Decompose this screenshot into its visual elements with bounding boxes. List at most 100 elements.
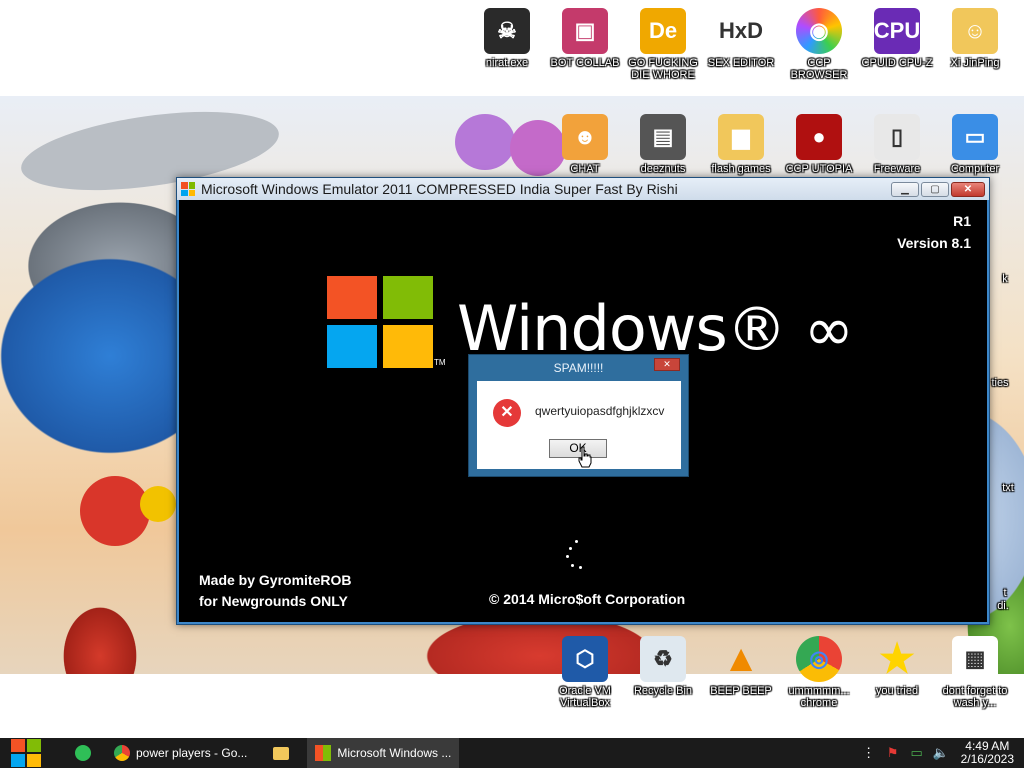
- volume-icon[interactable]: 🔈: [931, 743, 951, 763]
- doc-icon: ▯: [874, 114, 920, 160]
- start-button[interactable]: [0, 738, 52, 768]
- flag-icon[interactable]: ⚑: [883, 743, 903, 763]
- desktop-icon-row2-5[interactable]: ▭ Computer: [936, 114, 1014, 175]
- dialog-close-button[interactable]: ✕: [654, 358, 680, 371]
- desktop-icon-row2-3[interactable]: ● CCP UTOPIA: [780, 114, 858, 175]
- desktop-icon-label: dont forget to wash y...: [942, 685, 1008, 709]
- desktop-icon-row2-2[interactable]: ▆ flash games: [702, 114, 780, 175]
- windows-flag-logo-icon: [327, 276, 433, 368]
- desktop-icon-label: CPUID CPU-Z: [861, 57, 933, 69]
- hxd-icon: HxD: [718, 8, 764, 54]
- desktop-icon-label: you tried: [875, 685, 919, 697]
- folder-icon: ▆: [718, 114, 764, 160]
- taskbar-pinned-app[interactable]: [68, 738, 98, 768]
- trademark-label: TM: [434, 358, 446, 367]
- de-icon: De: [640, 8, 686, 54]
- maximize-button[interactable]: ▢: [921, 181, 949, 197]
- desktop-icon-top-2[interactable]: De GO FUCKING DIE WHORE: [624, 8, 702, 81]
- clock[interactable]: 4:49 AM 2/16/2023: [953, 740, 1024, 766]
- copyright: © 2014 Micro$oft Corporation: [489, 591, 686, 607]
- network-icon[interactable]: ▭: [907, 743, 927, 763]
- skull-icon: ☠: [484, 8, 530, 54]
- desktop-side-label-4[interactable]: di.: [988, 597, 1018, 612]
- desktop-icon-bottom-2[interactable]: ▲ BEEP BEEP: [702, 636, 780, 698]
- desktop-icon-top-0[interactable]: ☠ nirat.exe: [468, 8, 546, 69]
- desktop-icon-top-1[interactable]: ▣ BOT COLLAB: [546, 8, 624, 69]
- taskbar-task-chrome[interactable]: power players - Go...: [106, 738, 255, 768]
- virtualbox-icon: ⬡: [562, 636, 608, 682]
- desktop-icon-top-5[interactable]: CPU CPUID CPU-Z: [858, 8, 936, 69]
- hand-cursor-icon: [578, 446, 592, 468]
- green-app-icon: [75, 745, 91, 761]
- dialog-message: qwertyuiopasdfghjklzxcv: [535, 404, 665, 418]
- desktop-icon-label: Recycle Bin: [633, 685, 693, 697]
- computer-icon: ▭: [952, 114, 998, 160]
- desktop-side-label-0[interactable]: k: [990, 270, 1020, 285]
- release-label: R1: [953, 213, 971, 229]
- desktop-icon-label: Oracle VM VirtualBox: [559, 685, 611, 709]
- stack-icon: ▤: [640, 114, 686, 160]
- chat-icon: ☻: [562, 114, 608, 160]
- desktop-icon-bottom-5[interactable]: ▦ dont forget to wash y...: [936, 636, 1014, 709]
- desktop-icon-bottom-4[interactable]: ★ you tried: [858, 636, 936, 697]
- desktop-icon-label: CCP BROWSER: [790, 57, 848, 81]
- desktop-icon-label: flash games: [711, 163, 771, 175]
- desktop-icon-label: nirat.exe: [485, 57, 529, 69]
- desktop-side-label-2[interactable]: txt: [993, 479, 1023, 494]
- window-title: Microsoft Windows Emulator 2011 COMPRESS…: [201, 181, 678, 197]
- windows-emulator-icon: [315, 745, 332, 761]
- cpuz-icon: CPU: [874, 8, 920, 54]
- wallpaper-yellow-ball: [140, 486, 176, 522]
- desktop-icon-label: ummmmm... chrome: [788, 685, 850, 709]
- desktop-icon-label: BEEP BEEP: [710, 685, 772, 697]
- desktop-icon-bottom-3[interactable]: ◎ ummmmm... chrome: [780, 636, 858, 709]
- overflow-menu-icon[interactable]: ⋮: [859, 743, 879, 763]
- utopia-icon: ●: [796, 114, 842, 160]
- wallpaper-red-robot: [80, 476, 150, 546]
- star-icon: ★: [879, 637, 915, 681]
- windows-logo-icon: [181, 182, 195, 196]
- desktop-icon-label: GO FUCKING DIE WHORE: [628, 57, 698, 81]
- desktop-icon-label: deeznuts: [640, 163, 686, 175]
- desktop-icon-bottom-0[interactable]: ⬡ Oracle VM VirtualBox: [546, 636, 624, 709]
- credits: Made by GyromiteROB for Newgrounds ONLY: [199, 570, 351, 612]
- window-titlebar[interactable]: Microsoft Windows Emulator 2011 COMPRESS…: [177, 178, 989, 200]
- brand-suffix: ® ∞: [726, 295, 854, 365]
- close-button[interactable]: ✕: [951, 181, 985, 197]
- desktop-icon-label: SEX EDITOR: [707, 57, 775, 69]
- desktop-icon-row2-0[interactable]: ☻ CHAT: [546, 114, 624, 175]
- wallpaper-purple-blob: [455, 114, 515, 170]
- desktop-icon-label: Computer: [950, 163, 1000, 175]
- loading-spinner-icon: [565, 540, 589, 570]
- browser-icon: ◉: [796, 8, 842, 54]
- desktop-icon-label: Freeware: [873, 163, 921, 175]
- credits-line-1: Made by GyromiteROB: [199, 572, 352, 588]
- taskbar: power players - Go... Microsoft Windows …: [0, 738, 1024, 768]
- monitor-icon: ▣: [562, 8, 608, 54]
- desktop-icon-label: CHAT: [570, 163, 600, 175]
- desktop-icon-label: Xi JinPing: [950, 57, 1000, 69]
- credits-line-2: for Newgrounds ONLY: [199, 593, 348, 609]
- desktop-icon-top-4[interactable]: ◉ CCP BROWSER: [780, 8, 858, 81]
- desktop-icon-bottom-1[interactable]: ♻ Recycle Bin: [624, 636, 702, 697]
- desktop-icon-row2-1[interactable]: ▤ deeznuts: [624, 114, 702, 175]
- taskbar-task-emulator[interactable]: Microsoft Windows ...: [307, 738, 460, 768]
- file-explorer-icon: [273, 746, 290, 760]
- minimize-button[interactable]: ▁: [891, 181, 919, 197]
- taskbar-task-label: Microsoft Windows ...: [337, 746, 452, 760]
- desktop-icon-label: di.: [997, 600, 1009, 612]
- system-tray: ⋮ ⚑ ▭ 🔈 4:49 AM 2/16/2023: [857, 738, 1024, 768]
- desktop-icon-top-6[interactable]: ☺ Xi JinPing: [936, 8, 1014, 69]
- desktop-icon-label: txt: [1002, 482, 1014, 494]
- desktop-icon-row2-4[interactable]: ▯ Freeware: [858, 114, 936, 175]
- vlc-icon: ▲: [722, 637, 760, 680]
- error-icon: ✕: [493, 399, 521, 427]
- chrome-icon: [114, 745, 130, 761]
- clock-date: 2/16/2023: [960, 752, 1014, 766]
- chrome-icon: ◎: [796, 636, 842, 682]
- desktop-icon-top-3[interactable]: HxD SEX EDITOR: [702, 8, 780, 69]
- desktop-icon-label: BOT COLLAB: [550, 57, 620, 69]
- version-info: R1 Version 8.1: [897, 210, 971, 254]
- taskbar-task-label: power players - Go...: [136, 746, 248, 760]
- taskbar-task-explorer[interactable]: [265, 738, 297, 768]
